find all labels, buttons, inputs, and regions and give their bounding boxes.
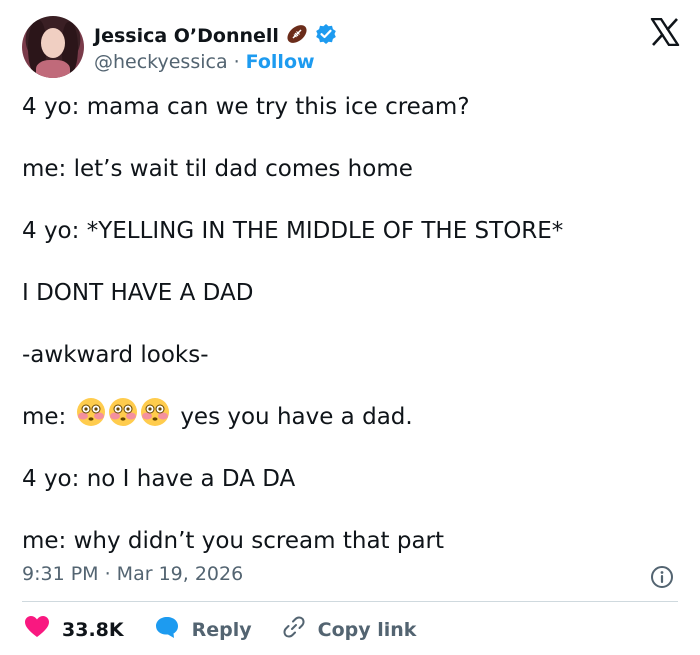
tweet-line: 4 yo: mama can we try this ice cream?	[22, 94, 470, 120]
flushed-face-icon	[140, 397, 170, 438]
info-icon[interactable]	[650, 565, 674, 593]
separator: ·	[233, 51, 240, 73]
tweet-line: me: let’s wait til dad comes home	[22, 156, 413, 182]
tweet-line-prefix: me:	[22, 404, 67, 430]
author-name-row: Jessica O’Donnell	[94, 22, 337, 50]
flushed-face-icon	[76, 397, 106, 438]
like-count: 33.8K	[62, 618, 124, 641]
tweet-text: 4 yo: mama can we try this ice cream? me…	[22, 90, 682, 559]
reply-button[interactable]: Reply	[154, 615, 252, 644]
tweet-line: 4 yo: *YELLING IN THE MIDDLE OF THE STOR…	[22, 218, 564, 244]
author-handle-row: @heckyessica · Follow	[94, 51, 315, 73]
tweet-line: I DONT HAVE A DAD	[22, 280, 254, 306]
football-icon	[285, 22, 309, 50]
flushed-face-icon	[108, 397, 138, 438]
link-icon	[282, 615, 306, 644]
tweet-line-suffix: yes you have a dad.	[180, 404, 413, 430]
like-button[interactable]: 33.8K	[24, 615, 124, 644]
author-handle[interactable]: @heckyessica	[94, 51, 228, 73]
follow-button[interactable]: Follow	[246, 51, 315, 73]
avatar[interactable]	[22, 16, 84, 78]
x-logo-icon[interactable]	[650, 17, 680, 50]
tweet-header: Jessica O’Donnell @heckyessica · Follow	[22, 16, 682, 78]
copy-link-label: Copy link	[317, 618, 417, 641]
divider	[22, 601, 678, 602]
verified-icon	[315, 23, 337, 49]
reply-label: Reply	[191, 618, 252, 641]
tweet-line: me: why didn’t you scream that part	[22, 528, 445, 554]
reply-bubble-icon	[154, 615, 180, 644]
tweet-line: -awkward looks-	[22, 342, 209, 368]
action-bar: 33.8K Reply Copy link	[24, 615, 446, 644]
flushed-faces	[76, 397, 170, 438]
heart-icon	[24, 615, 50, 644]
tweet-line: 4 yo: no I have a DA DA	[22, 466, 296, 492]
author-name[interactable]: Jessica O’Donnell	[94, 25, 279, 47]
copy-link-button[interactable]: Copy link	[282, 615, 417, 644]
tweet-timestamp[interactable]: 9:31 PM · Mar 19, 2026	[22, 563, 243, 585]
tweet-line-emoji: me: yes you have a dad.	[22, 397, 682, 438]
